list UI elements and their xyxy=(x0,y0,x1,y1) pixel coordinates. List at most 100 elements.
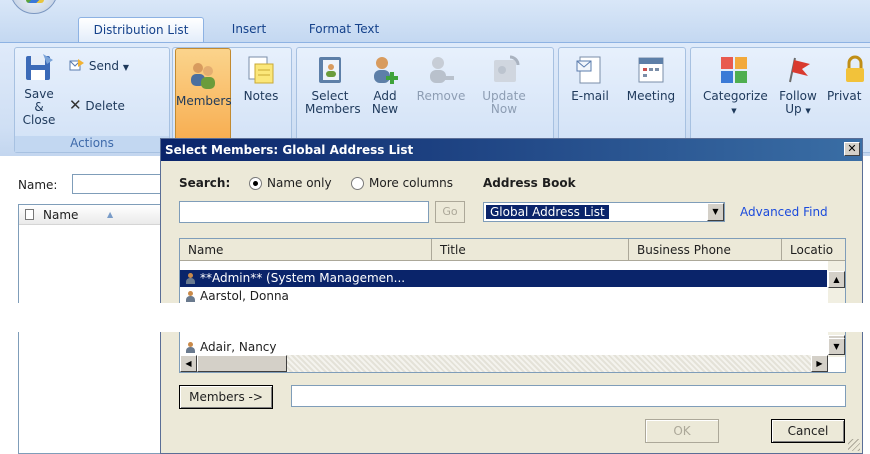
tab-format-text[interactable]: Format Text xyxy=(298,17,390,42)
email-button[interactable]: E-mail xyxy=(565,54,615,103)
members-field[interactable] xyxy=(291,385,846,407)
horizontal-scroll-thumb[interactable] xyxy=(197,355,287,372)
name-label: Name: xyxy=(18,178,58,192)
list-item[interactable]: **Admin** (System Managemen... xyxy=(180,270,827,287)
column-name[interactable]: Name xyxy=(180,239,432,261)
column-title[interactable]: Title xyxy=(432,239,629,261)
address-book-icon xyxy=(319,57,341,83)
horizontal-scrollbar[interactable]: ◀ ▶ xyxy=(180,355,828,372)
dialog-title: Select Members: Global Address List xyxy=(165,143,414,157)
member-list-header[interactable]: Name ▲ xyxy=(19,205,167,225)
list-item-name: Adair, Nancy xyxy=(200,340,277,354)
resize-grip-icon[interactable] xyxy=(848,439,860,451)
meeting-label: Meeting xyxy=(626,89,676,103)
group-actions: Save & Close Send ▼ ✕ Delete Actions xyxy=(14,47,170,153)
office-button[interactable] xyxy=(10,0,58,14)
sort-ascending-icon: ▲ xyxy=(107,210,114,219)
dialog-close-button[interactable]: ✕ xyxy=(844,142,860,156)
calendar-icon xyxy=(638,57,664,83)
send-label: Send xyxy=(88,59,120,73)
person-icon xyxy=(186,342,195,353)
email-label: E-mail xyxy=(571,89,609,103)
select-members-dialog: Select Members: Global Address List ✕ Se… xyxy=(160,138,863,454)
go-button[interactable]: Go xyxy=(435,201,465,223)
update-now-label: Update Now xyxy=(482,89,526,116)
notes-label: Notes xyxy=(243,89,279,103)
private-button[interactable]: Privat xyxy=(827,54,870,103)
name-only-label[interactable]: Name only xyxy=(267,176,332,190)
address-book-value: Global Address List xyxy=(485,204,610,220)
send-button[interactable]: Send ▼ xyxy=(69,58,129,73)
notes-button[interactable]: Notes xyxy=(237,54,285,103)
column-location[interactable]: Locatio xyxy=(782,239,845,261)
list-item-name: **Admin** (System Managemen... xyxy=(200,271,406,285)
select-members-button[interactable]: Select Members xyxy=(305,54,361,116)
search-input[interactable] xyxy=(179,201,429,223)
meeting-button[interactable]: Meeting xyxy=(621,54,681,103)
tab-distribution-list[interactable]: Distribution List xyxy=(78,17,204,42)
send-icon xyxy=(69,59,84,71)
remove-label: Remove xyxy=(416,89,466,103)
add-new-label: Add New xyxy=(371,89,399,116)
lock-icon xyxy=(846,55,864,82)
send-dropdown-icon: ▼ xyxy=(122,63,130,72)
name-field[interactable] xyxy=(72,174,172,194)
save-icon xyxy=(26,54,53,80)
ok-button[interactable]: OK xyxy=(645,419,719,443)
document-icon xyxy=(25,209,34,220)
name-column-label: Name xyxy=(43,208,79,222)
flag-icon xyxy=(789,57,810,83)
cancel-button[interactable]: Cancel xyxy=(771,419,845,443)
list-item[interactable]: Adair, Nancy xyxy=(180,339,827,356)
save-close-label: Save & Close xyxy=(22,87,56,127)
follow-up-dropdown-icon: ▼ xyxy=(805,107,811,115)
remove-button[interactable]: Remove xyxy=(415,54,467,103)
screenshot-crop-gap xyxy=(0,303,870,332)
follow-up-label: Follow Up ▼ xyxy=(779,89,817,116)
dialog-titlebar[interactable]: Select Members: Global Address List ✕ xyxy=(161,139,862,161)
tab-insert[interactable]: Insert xyxy=(220,17,278,42)
address-book-select[interactable]: Global Address List ▼ xyxy=(483,202,725,222)
categorize-dropdown-icon: ▼ xyxy=(731,107,737,115)
search-label: Search: xyxy=(179,176,231,190)
categorize-label: Categorize xyxy=(703,89,768,103)
more-columns-radio[interactable] xyxy=(351,177,364,190)
members-view-button[interactable]: Members xyxy=(175,48,232,152)
private-label: Privat xyxy=(827,89,862,103)
list-item-name: Aarstol, Donna xyxy=(200,289,289,303)
actions-group-label: Actions xyxy=(15,136,169,152)
office-logo-icon xyxy=(26,0,44,3)
scroll-up-icon[interactable]: ▲ xyxy=(828,271,845,288)
email-icon xyxy=(576,56,601,84)
scroll-left-icon[interactable]: ◀ xyxy=(180,355,197,372)
delete-label: Delete xyxy=(85,99,125,113)
person-icon xyxy=(186,291,195,302)
delete-icon: ✕ xyxy=(69,96,82,114)
categorize-icon xyxy=(721,57,747,83)
scroll-down-icon[interactable]: ▼ xyxy=(828,338,845,355)
delete-button[interactable]: ✕ Delete xyxy=(69,96,125,114)
grid-header: Name Title Business Phone Locatio xyxy=(180,239,845,261)
update-icon xyxy=(494,55,520,82)
remove-person-icon xyxy=(430,57,454,83)
categorize-button[interactable]: Categorize ▼ xyxy=(703,54,768,118)
members-add-button[interactable]: Members -> xyxy=(179,385,273,409)
scroll-right-icon[interactable]: ▶ xyxy=(811,355,828,372)
address-book-label: Address Book xyxy=(483,176,576,190)
follow-up-button[interactable]: Follow Up ▼ xyxy=(775,54,821,118)
name-only-radio[interactable] xyxy=(249,177,262,190)
advanced-find-link[interactable]: Advanced Find xyxy=(740,205,828,219)
select-members-label: Select Members xyxy=(305,89,361,116)
person-icon xyxy=(186,273,195,284)
chevron-down-icon[interactable]: ▼ xyxy=(707,203,724,221)
update-now-button[interactable]: Update Now xyxy=(477,54,531,116)
column-business-phone[interactable]: Business Phone xyxy=(629,239,782,261)
add-new-button[interactable]: Add New xyxy=(365,54,405,116)
more-columns-label[interactable]: More columns xyxy=(369,176,453,190)
members-view-label: Members xyxy=(176,94,232,108)
members-icon xyxy=(191,63,215,89)
add-person-icon xyxy=(374,57,398,84)
save-close-button[interactable]: Save & Close xyxy=(21,52,57,127)
notes-icon xyxy=(248,56,274,84)
ribbon-tab-bar: Distribution List Insert Format Text xyxy=(0,0,870,42)
